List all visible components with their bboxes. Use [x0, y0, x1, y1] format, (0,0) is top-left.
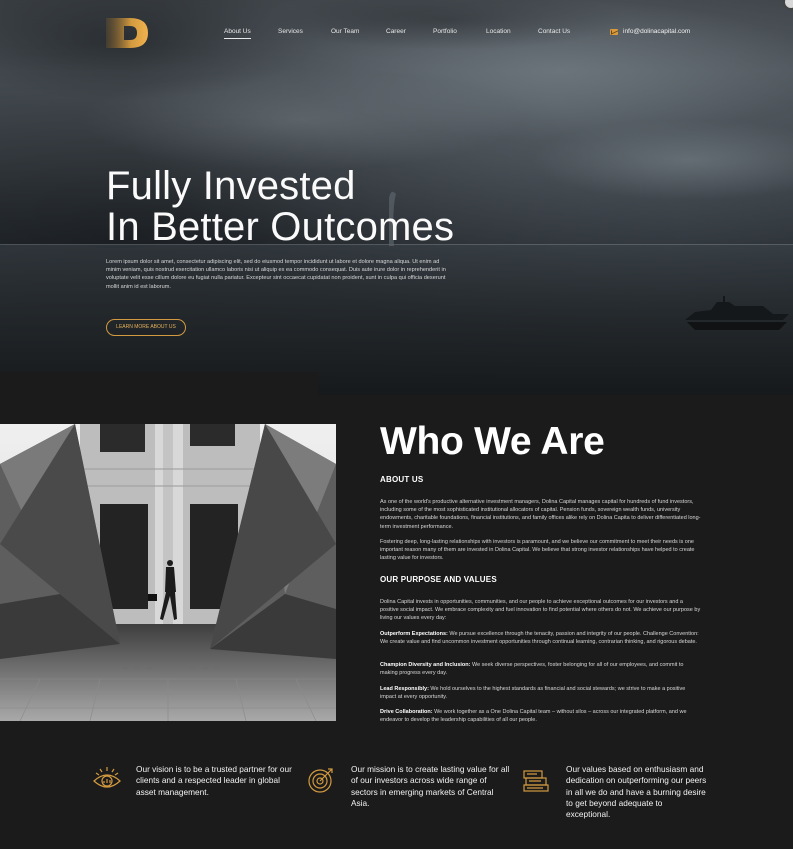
value-label: Drive Collaboration: — [380, 709, 433, 715]
target-icon — [308, 768, 333, 793]
nav-our-team[interactable]: Our Team — [331, 28, 359, 35]
email-address: info@dolinacapital.com — [623, 28, 691, 35]
about-paragraph-1: As one of the world's productive alterna… — [380, 499, 701, 530]
value-label: Lead Responsibly: — [380, 686, 429, 692]
envelope-icon — [610, 28, 618, 35]
who-we-are-title: Who We Are — [380, 420, 605, 463]
nav-portfolio[interactable]: Portfolio — [433, 28, 457, 35]
value-label: Champion Diversity and Inclusion: — [380, 662, 471, 668]
learn-more-button[interactable]: LEARN MORE ABOUT US — [106, 319, 186, 336]
value-outperform: Outperform Expectations: We pursue excel… — [380, 630, 702, 646]
value-diversity: Champion Diversity and Inclusion: We see… — [380, 661, 702, 677]
yacht-silhouette — [685, 296, 789, 330]
hero-title: Fully Invested In Better Outcomes — [106, 166, 454, 248]
hero-title-line1: Fully Invested — [106, 164, 356, 208]
mission-statement: Our mission is to create lasting value f… — [351, 764, 510, 808]
nav-career[interactable]: Career — [386, 28, 406, 35]
purpose-values-heading: OUR PURPOSE AND VALUES — [380, 575, 497, 584]
about-paragraph-2: Fostering deep, long-lasting relationshi… — [380, 539, 695, 562]
hero-section: About Us Services Our Team Career Portfo… — [0, 0, 793, 395]
value-collaboration: Drive Collaboration: We work together as… — [380, 708, 702, 724]
hero-body: Lorem ipsum dolor sit amet, consectetur … — [106, 259, 446, 290]
nav-location[interactable]: Location — [486, 28, 511, 35]
nav-about-us[interactable]: About Us — [224, 28, 251, 39]
nav-services[interactable]: Services — [278, 28, 303, 35]
hero-title-line2: In Better Outcomes — [106, 205, 455, 249]
building-image — [0, 424, 336, 721]
email-link[interactable]: info@dolinacapital.com — [610, 28, 690, 35]
value-lead: Lead Responsibly: We hold ourselves to t… — [380, 685, 702, 701]
values-statement: Our values based on enthusiasm and dedic… — [566, 764, 707, 820]
vision-statement: Our vision is to be a trusted partner fo… — [136, 764, 292, 797]
books-icon — [523, 770, 549, 792]
section-divider-block — [0, 372, 318, 424]
value-label: Outperform Expectations: — [380, 631, 448, 637]
architecture-photo — [0, 424, 336, 721]
about-us-heading: ABOUT US — [380, 475, 424, 484]
vision-eye-icon — [93, 767, 121, 788]
purpose-paragraph: Dolina Capital invests in opportunities,… — [380, 599, 701, 622]
nav-contact-us[interactable]: Contact Us — [538, 28, 570, 35]
